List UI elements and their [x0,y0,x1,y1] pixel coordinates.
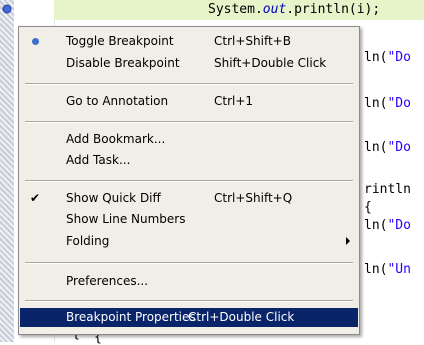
menu-item-shortcut: Ctrl+Shift+Q [214,191,293,205]
code-text: ln("Do [364,218,411,233]
menu-separator [25,83,353,85]
code-println-call: .println(i); [286,2,381,17]
code-line-println[interactable]: System.out.println(i); [208,2,380,17]
code-text: ln("Do [364,50,411,65]
menu-item-toggle-breakpoint[interactable]: Toggle Breakpoint Ctrl+Shift+B [20,32,358,51]
menu-item-breakpoint-properties[interactable]: Breakpoint Properties Ctrl+Double Click [20,308,358,327]
menu-item-shortcut: Ctrl+1 [214,94,254,108]
code-line[interactable]: rintln [364,182,411,197]
menu-item-label: Show Line Numbers [66,212,186,226]
code-system: System. [208,2,263,17]
overview-ruler[interactable] [0,0,14,342]
menu-item-label: Breakpoint Properties [66,310,196,324]
code-line[interactable]: { [364,200,372,215]
code-text: ln("Un [364,262,411,277]
menu-item-label: Add Bookmark... [66,132,166,146]
breakpoint-icon [2,4,12,14]
menu-item-label: Toggle Breakpoint [66,34,174,48]
menu-item-label: Add Task... [66,153,131,167]
checkmark-icon: ✔ [30,191,41,205]
menu-item-label: Folding [66,234,110,248]
menu-item-label: Show Quick Diff [66,191,161,205]
menu-separator [25,300,353,302]
code-line[interactable]: ln("Do [364,140,411,155]
code-text: ln("Do [364,96,411,111]
code-line[interactable]: ln("Do [364,96,411,111]
menu-item-show-line-numbers[interactable]: Show Line Numbers [20,210,358,229]
menu-item-shortcut: Ctrl+Shift+B [214,34,291,48]
menu-item-disable-breakpoint[interactable]: Disable Breakpoint Shift+Double Click [20,54,358,73]
code-text: rintln [364,182,411,197]
menu-item-preferences[interactable]: Preferences... [20,272,358,291]
menu-item-shortcut: Ctrl+Double Click [188,310,295,324]
menu-item-add-bookmark[interactable]: Add Bookmark... [20,130,358,149]
radio-dot-icon [32,38,39,45]
menu-item-label: Disable Breakpoint [66,56,180,70]
menu-item-show-quick-diff[interactable]: ✔ Show Quick Diff Ctrl+Shift+Q [20,189,358,208]
menu-item-add-task[interactable]: Add Task... [20,151,358,170]
code-text: ln("Do [364,140,411,155]
menu-item-go-to-annotation[interactable]: Go to Annotation Ctrl+1 [20,92,358,111]
menu-item-label: Preferences... [66,274,149,288]
context-menu[interactable]: Toggle Breakpoint Ctrl+Shift+B Disable B… [18,26,360,335]
menu-item-label: Go to Annotation [66,94,169,108]
menu-item-folding[interactable]: Folding [20,232,358,251]
submenu-arrow-icon [346,237,350,245]
menu-separator [25,121,353,123]
menu-item-shortcut: Shift+Double Click [214,56,327,70]
code-line[interactable]: ln("Do [364,50,411,65]
code-line[interactable]: ln("Un [364,262,411,277]
code-out-field: out [262,2,287,17]
code-text: { [364,200,372,215]
code-line[interactable]: ln("Do [364,218,411,233]
menu-separator [25,262,353,264]
menu-separator [25,180,353,182]
